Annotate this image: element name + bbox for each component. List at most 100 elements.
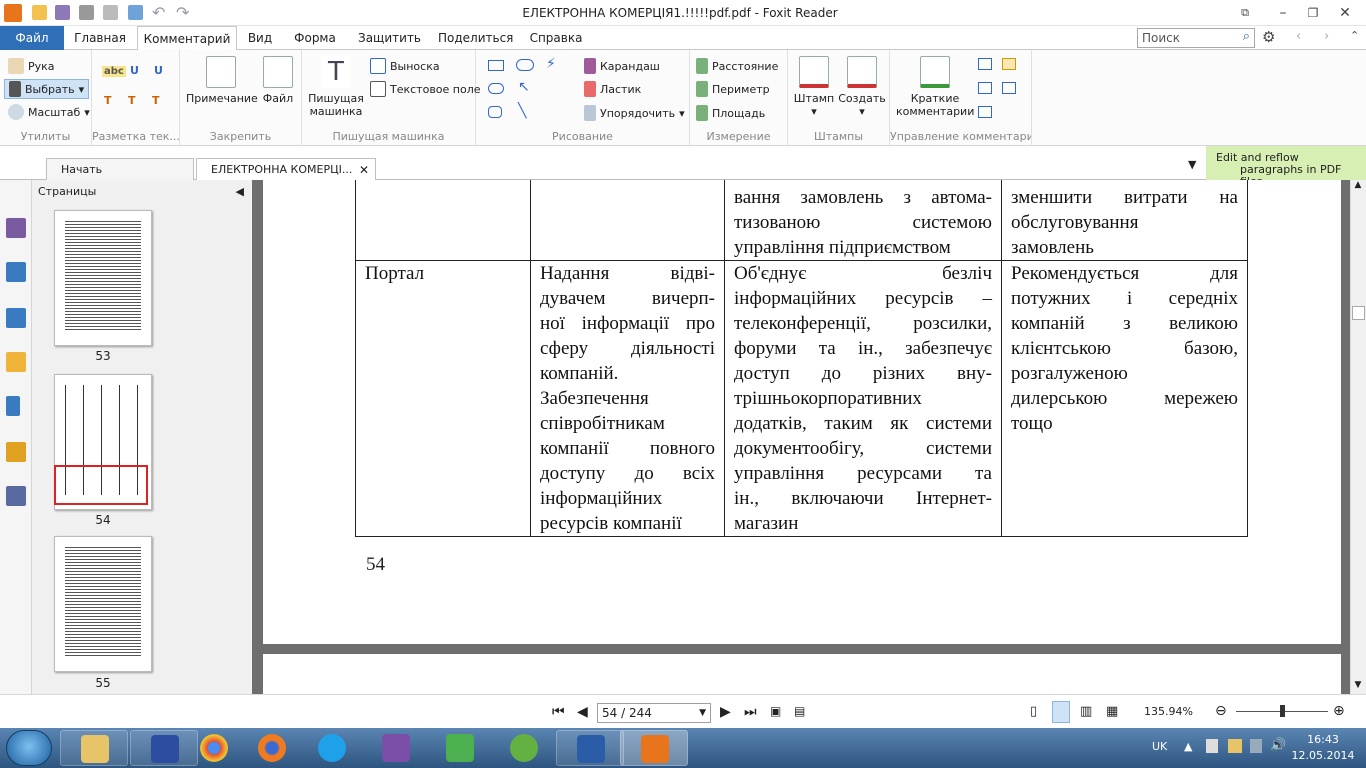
close-tab-icon[interactable]: ✕ xyxy=(359,159,369,181)
copy-icon[interactable]: ▤ xyxy=(794,704,805,718)
close-button[interactable]: ✕ xyxy=(1334,4,1356,22)
taskbar-utorrent[interactable] xyxy=(490,730,558,766)
import-icon[interactable] xyxy=(978,58,992,70)
signature-icon[interactable] xyxy=(6,486,26,506)
forward-icon[interactable]: › xyxy=(1324,29,1329,44)
window-icon[interactable] xyxy=(128,5,143,20)
create-stamp-button[interactable]: Создать ▾ xyxy=(838,56,886,118)
next-page-icon[interactable]: ▶ xyxy=(720,704,731,720)
open-icon[interactable] xyxy=(32,5,47,20)
collapse-ribbon-icon[interactable]: ⌃ xyxy=(1350,29,1359,42)
tab-list-icon[interactable]: ▼ xyxy=(1188,158,1196,171)
zoom-slider-handle[interactable] xyxy=(1280,705,1285,717)
replace-icon[interactable]: T xyxy=(128,94,136,107)
search-icon[interactable]: ⌕ xyxy=(1243,29,1250,44)
select-tool[interactable]: Выбрать ▾ xyxy=(4,79,90,99)
highlight-tool[interactable]: abc xyxy=(102,66,126,77)
options-icon[interactable]: ⧉ xyxy=(1234,4,1256,22)
first-page-icon[interactable]: ⏮ xyxy=(552,704,565,720)
scroll-down-icon[interactable]: ▼ xyxy=(1351,680,1365,690)
comments-icon[interactable] xyxy=(6,352,26,372)
email-icon[interactable] xyxy=(103,5,118,20)
popup-icon[interactable] xyxy=(978,82,992,94)
cloud-icon[interactable] xyxy=(516,59,534,71)
stamp-button[interactable]: Штамп ▾ xyxy=(792,56,836,118)
minimize-button[interactable]: – xyxy=(1272,4,1294,22)
continuous-facing-icon[interactable]: ▦ xyxy=(1106,704,1118,719)
file-attach-button[interactable]: Файл xyxy=(258,56,298,105)
squiggly-icon[interactable]: U xyxy=(154,64,163,77)
note-button[interactable]: Примечание xyxy=(186,56,258,105)
facing-icon[interactable]: ▥ xyxy=(1080,704,1092,719)
hide-icon[interactable] xyxy=(978,106,992,118)
show-all-icon[interactable] xyxy=(1002,82,1016,94)
menu-protect[interactable]: Защитить xyxy=(358,26,421,50)
eraser-tool[interactable]: Ластик xyxy=(584,81,641,97)
copy-pages-icon[interactable]: ▣ xyxy=(770,704,781,718)
rectangle-icon[interactable] xyxy=(488,60,504,71)
menu-view[interactable]: Вид xyxy=(244,26,276,50)
search-input[interactable]: Поиск ⌕ xyxy=(1137,28,1255,48)
callout-tool[interactable]: Выноска xyxy=(370,58,440,74)
clock-time[interactable]: 16:43 xyxy=(1296,733,1350,746)
continuous-page-icon[interactable] xyxy=(1052,701,1070,723)
volume-icon[interactable]: 🔊 xyxy=(1270,738,1286,753)
language-indicator[interactable]: UK xyxy=(1152,740,1167,753)
arrow-icon[interactable]: ↖ xyxy=(518,79,530,95)
tab-document[interactable]: ЕЛЕКТРОННА КОМЕРЦІ... ✕ xyxy=(196,158,376,180)
line-icon[interactable]: ╲ xyxy=(518,103,526,119)
undo-icon[interactable]: ↶ xyxy=(152,3,165,22)
underline-icon[interactable]: U xyxy=(130,64,139,77)
taskbar-firefox[interactable] xyxy=(238,730,306,766)
collapse-panel-icon[interactable]: ◀ xyxy=(236,180,244,204)
typewriter-button[interactable]: T Пишущая машинка xyxy=(308,56,364,118)
page-dropdown-icon[interactable]: ▼ xyxy=(699,704,706,722)
tray-device-icon[interactable] xyxy=(1206,739,1218,753)
insert-text-icon[interactable]: T xyxy=(152,94,160,107)
back-icon[interactable]: ‹ xyxy=(1296,29,1301,44)
gear-icon[interactable]: ⚙ xyxy=(1262,28,1275,46)
page-thumbnail-current[interactable] xyxy=(54,374,152,510)
zoom-out-icon[interactable]: ⊖ xyxy=(1215,703,1227,719)
distance-tool[interactable]: Расстояние xyxy=(696,58,778,74)
attachments-icon[interactable] xyxy=(6,396,20,416)
pencil-tool[interactable]: Карандаш xyxy=(584,58,660,74)
last-page-icon[interactable]: ⏭ xyxy=(744,704,757,720)
perimeter-tool[interactable]: Периметр xyxy=(696,81,770,97)
textbox-tool[interactable]: Текстовое поле xyxy=(370,81,481,97)
taskbar-word[interactable] xyxy=(556,730,624,766)
zoom-tool[interactable]: Масштаб ▾ xyxy=(8,104,90,120)
summary-button[interactable]: Краткие комментарии xyxy=(896,56,974,118)
clock-date[interactable]: 12.05.2014 xyxy=(1286,749,1360,762)
bookmark-icon[interactable] xyxy=(6,218,26,238)
polygon-icon[interactable] xyxy=(488,106,502,118)
page-thumbnail[interactable] xyxy=(54,210,152,346)
document-scrollbar[interactable]: ▲ ▼ xyxy=(1350,180,1366,694)
save-icon[interactable] xyxy=(55,5,70,20)
layers-icon[interactable] xyxy=(6,308,26,328)
zoom-in-icon[interactable]: ⊕ xyxy=(1333,703,1345,719)
foxit-app-icon[interactable] xyxy=(4,4,22,22)
menu-form[interactable]: Форма xyxy=(292,26,338,50)
menu-comment[interactable]: Комментарий xyxy=(137,26,237,51)
strikeout-icon[interactable]: T xyxy=(104,94,112,107)
page-thumbnail[interactable] xyxy=(54,536,152,672)
scroll-up-icon[interactable]: ▲ xyxy=(1351,180,1365,190)
network-icon[interactable] xyxy=(1228,739,1242,753)
security-icon[interactable] xyxy=(6,442,26,462)
redo-icon[interactable]: ↷ xyxy=(176,3,189,22)
taskbar-vs[interactable] xyxy=(362,730,430,766)
prev-page-icon[interactable]: ◀ xyxy=(577,704,588,720)
scroll-thumb[interactable] xyxy=(1352,306,1365,320)
menu-home[interactable]: Главная xyxy=(70,26,130,50)
menu-share[interactable]: Поделиться xyxy=(438,26,513,50)
view-region-marker[interactable] xyxy=(54,465,148,505)
print-icon[interactable] xyxy=(79,5,94,20)
file-menu[interactable]: Файл xyxy=(0,26,64,50)
oval-icon[interactable] xyxy=(488,83,504,94)
hand-tool[interactable]: Рука xyxy=(8,58,55,74)
area-tool[interactable]: Площадь xyxy=(696,105,765,121)
pages-icon[interactable] xyxy=(6,262,26,282)
taskbar-foxit[interactable] xyxy=(620,730,688,766)
taskbar-green-app[interactable] xyxy=(426,730,494,766)
